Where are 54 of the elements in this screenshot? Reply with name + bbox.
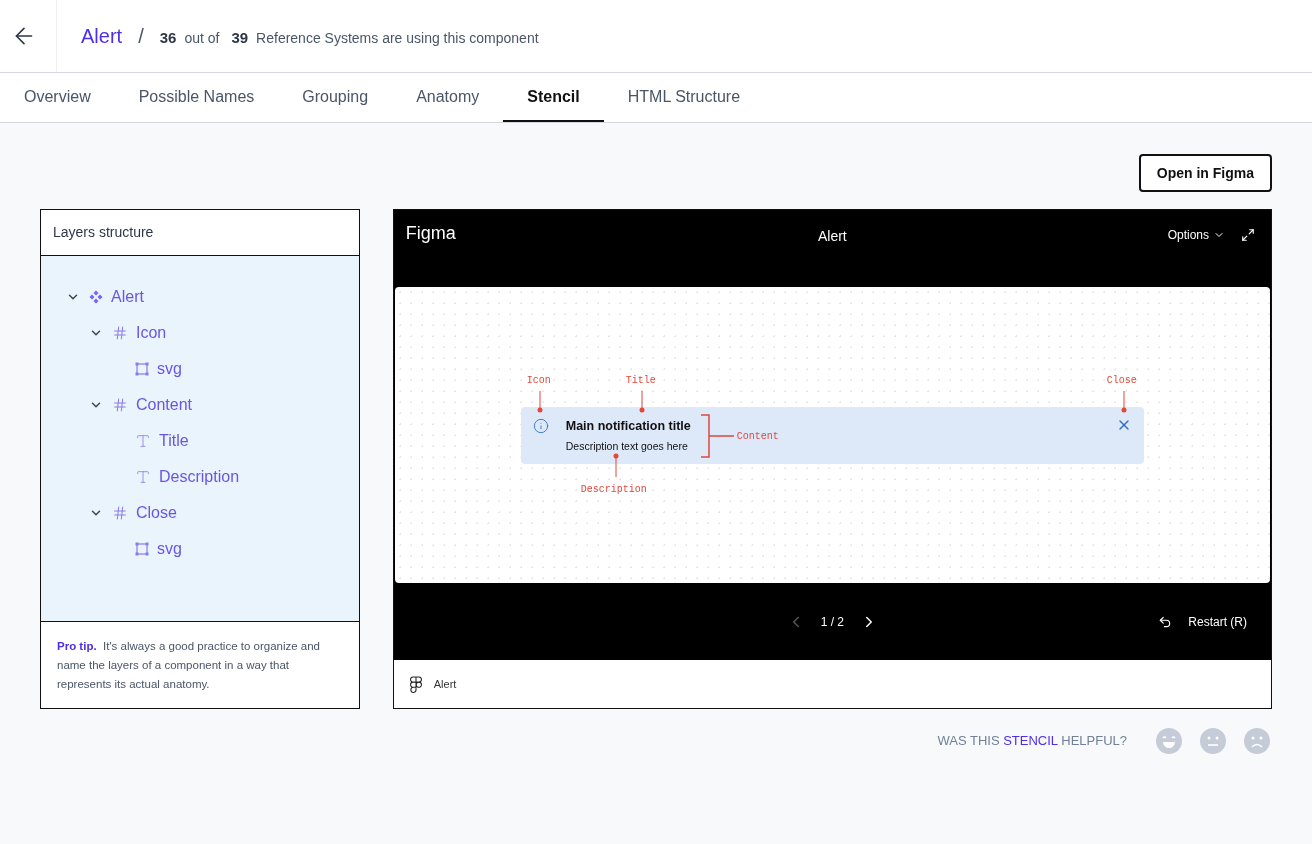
tab[interactable]: Overview — [0, 73, 115, 122]
pro-tip: Pro tip. It's always a good practice to organize and name the layers of a component in a way that represents its actual anatomy. — [57, 638, 321, 692]
vector-icon — [135, 362, 149, 376]
undo-arrow-icon — [1158, 614, 1173, 629]
text-icon — [135, 469, 151, 485]
layer-name[interactable]: Icon — [136, 321, 167, 345]
frame-icon — [112, 505, 128, 521]
leader-line — [612, 453, 619, 477]
system-total: 39 — [231, 28, 249, 48]
figma-logo: Figma — [405, 222, 457, 245]
count-label: out of — [184, 29, 220, 48]
layer-name[interactable]: Content — [136, 393, 193, 417]
layer-name[interactable]: Alert — [111, 285, 144, 309]
feedback-question: WAS THIS STENCIL HELPFUL? — [937, 732, 1127, 751]
tab[interactable]: Possible Names — [114, 73, 279, 122]
annotation-label: Content — [736, 430, 779, 444]
page-title: Alert — [81, 24, 123, 49]
component-icon — [89, 290, 103, 304]
usage-description: Reference Systems are using this component — [256, 29, 539, 48]
leader-line — [1120, 391, 1127, 413]
tab[interactable]: HTML Structure — [603, 73, 765, 122]
title-separator: / — [138, 24, 144, 49]
leader-line — [536, 391, 543, 413]
tab[interactable]: Anatomy — [392, 73, 504, 122]
annotation-label: Title — [625, 374, 656, 388]
layer-name[interactable]: Description — [159, 465, 240, 489]
tab[interactable]: Grouping — [278, 73, 393, 122]
layer-name[interactable]: Title — [159, 429, 189, 453]
annotation-label: Description — [580, 483, 647, 497]
layer-name[interactable]: svg — [157, 537, 182, 561]
info-icon — [532, 418, 549, 434]
footer-file-name: Alert — [433, 676, 457, 692]
frame-icon — [112, 397, 128, 413]
text-icon — [135, 433, 151, 449]
layer-name[interactable]: svg — [157, 357, 182, 381]
leader-line — [638, 391, 645, 413]
figma-logo-icon — [409, 675, 422, 693]
alert-description: Description text goes here — [565, 438, 689, 454]
annotation-label: Close — [1106, 374, 1137, 388]
restart-button[interactable]: Restart (R) — [1047, 612, 1247, 631]
tab[interactable]: Stencil — [503, 73, 604, 122]
file-title: Alert — [817, 227, 847, 246]
panel-title: Layers structure — [53, 223, 154, 242]
content-bracket — [699, 414, 734, 458]
options-menu[interactable]: Options — [1167, 226, 1225, 244]
open-in-figma-button[interactable]: Open in Figma — [1138, 154, 1272, 192]
frame-icon — [112, 325, 128, 341]
layer-name[interactable]: Close — [136, 501, 177, 525]
vector-icon — [135, 542, 149, 556]
fullscreen-icon[interactable] — [1241, 228, 1255, 242]
alert-title: Main notification title — [565, 418, 691, 435]
system-count: 36 — [159, 28, 177, 48]
annotation-label: Icon — [526, 374, 551, 388]
page-indicator: 1 / 2 — [820, 613, 845, 631]
